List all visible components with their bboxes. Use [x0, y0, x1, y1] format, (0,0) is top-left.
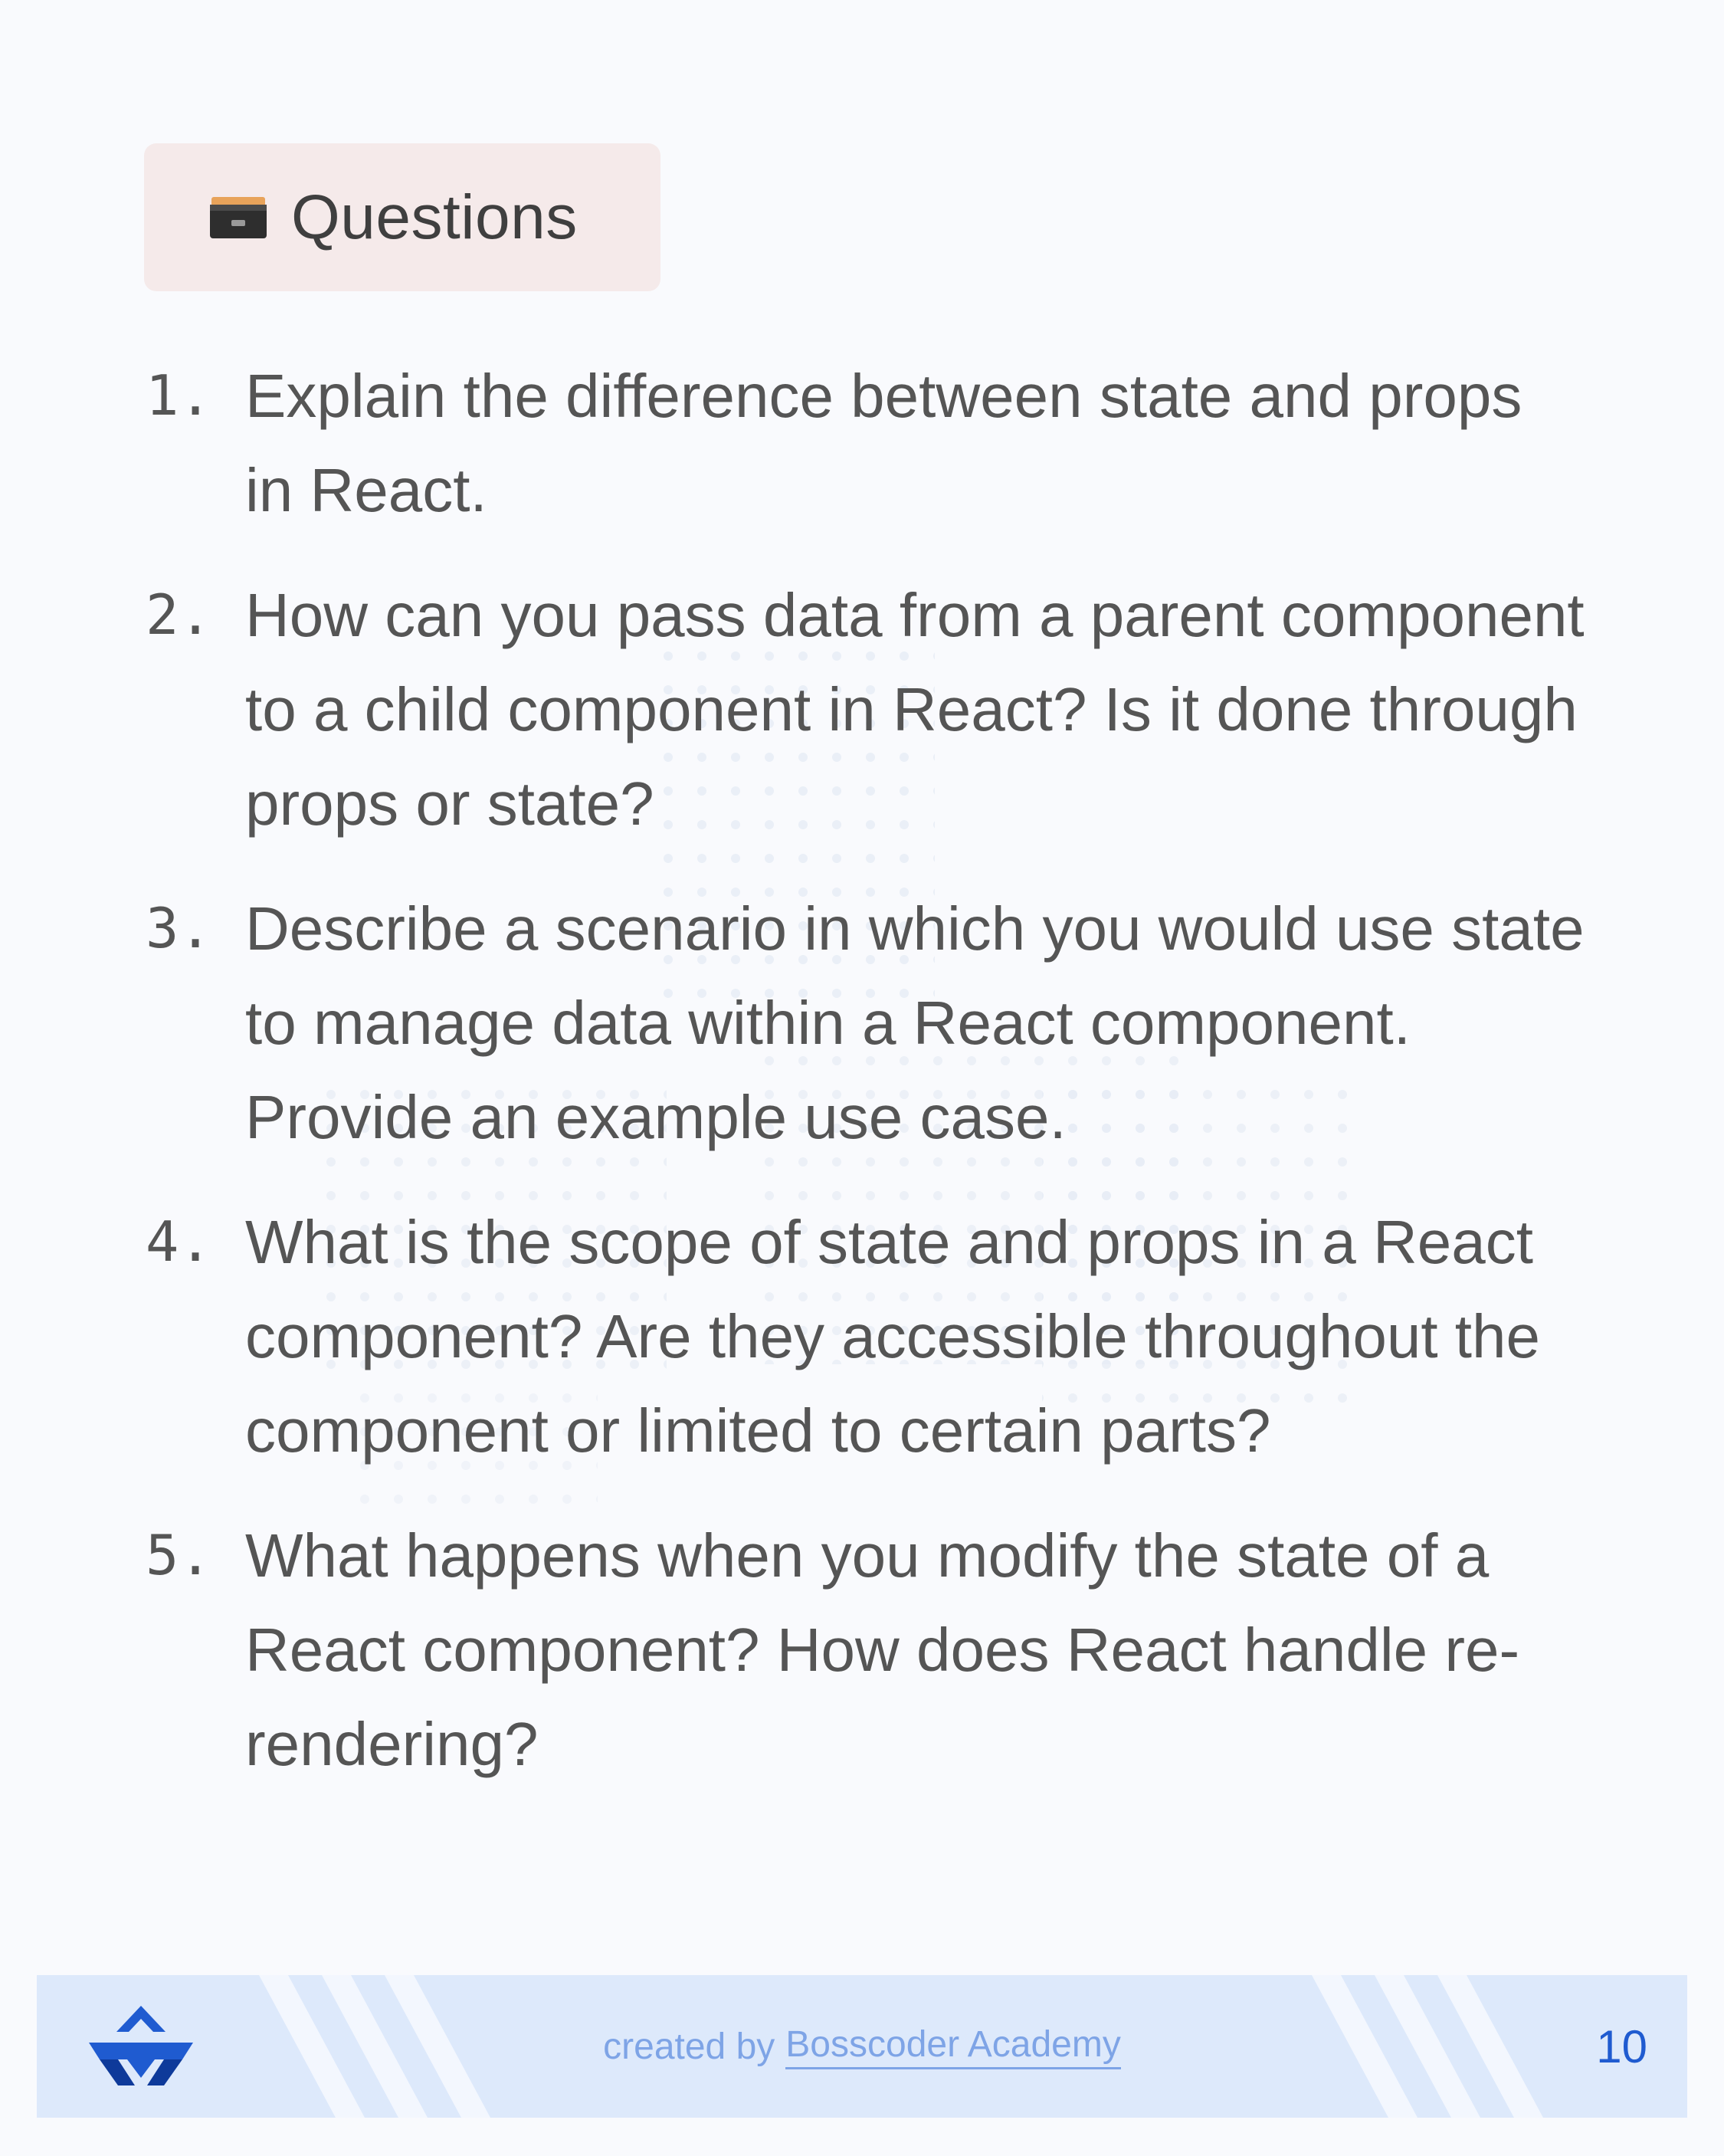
question-text: How can you pass data from a parent comp…	[245, 581, 1585, 838]
question-number: 4.	[146, 1209, 212, 1274]
bosscoder-academy-link[interactable]: Bosscoder Academy	[785, 2023, 1121, 2069]
credit-prefix: created by	[603, 2026, 775, 2067]
question-list: 1. Explain the difference between state …	[146, 349, 1601, 1822]
question-number: 3.	[146, 896, 212, 960]
question-item: 1. Explain the difference between state …	[146, 349, 1601, 537]
section-title-chip: Questions	[144, 143, 660, 291]
question-text: Explain the difference between state and…	[245, 362, 1522, 524]
page-number: 10	[1596, 2020, 1647, 2072]
question-number: 5.	[146, 1523, 212, 1587]
question-item: 2. How can you pass data from a parent c…	[146, 568, 1601, 851]
question-number: 2.	[146, 582, 212, 647]
footer-bar: created by Bosscoder Academy 10	[37, 1975, 1687, 2118]
question-item: 4. What is the scope of state and props …	[146, 1195, 1601, 1478]
card-file-box-icon	[208, 194, 268, 241]
question-text: What happens when you modify the state o…	[245, 1521, 1520, 1778]
question-number: 1.	[146, 363, 212, 428]
question-text: Describe a scenario in which you would u…	[245, 894, 1585, 1151]
footer-credit: created by Bosscoder Academy	[37, 1975, 1687, 2118]
question-item: 3. Describe a scenario in which you woul…	[146, 881, 1601, 1164]
question-text: What is the scope of state and props in …	[245, 1208, 1540, 1465]
section-title: Questions	[291, 182, 578, 252]
question-item: 5. What happens when you modify the stat…	[146, 1508, 1601, 1791]
